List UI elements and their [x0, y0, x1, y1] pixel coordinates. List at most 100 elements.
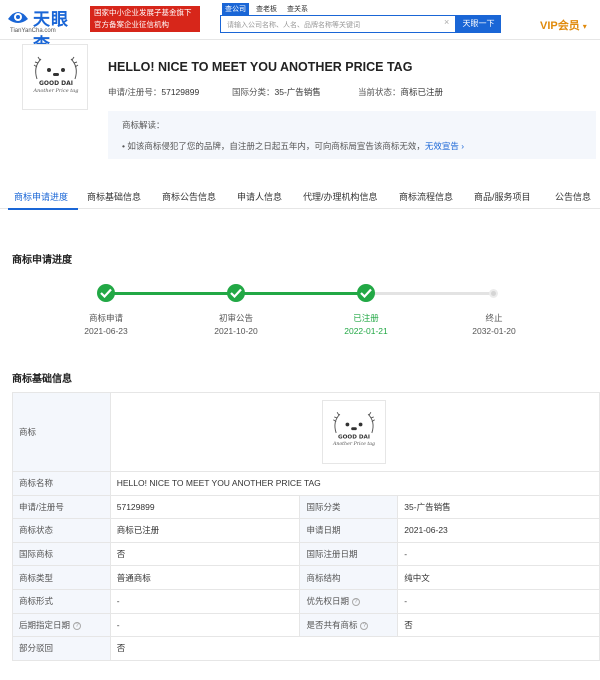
tab-notices[interactable]: 公告信息	[555, 190, 591, 203]
progress-line-3	[366, 292, 493, 295]
vip-member-link[interactable]: VIP会员 ▾	[540, 17, 587, 33]
table-key: 商标	[12, 392, 111, 472]
table-value: 普通商标	[109, 565, 301, 590]
tab-applicant[interactable]: 申请人信息	[237, 190, 282, 203]
vip-label: VIP会员	[540, 20, 580, 32]
step-label: 终止	[485, 313, 503, 323]
check-icon	[100, 288, 112, 298]
search-input[interactable]: 请输入公司名称、人名、品牌名称等关键词	[220, 15, 456, 33]
tab-progress[interactable]: 商标申请进度	[14, 190, 68, 203]
badge-line-1: 国家中小企业发展子基金旗下	[94, 8, 192, 17]
table-key: 是否共有商标	[306, 619, 358, 630]
credit-agency-badge: 国家中小企业发展子基金旗下 官方备案企业征信机构	[90, 6, 200, 32]
clear-icon[interactable]: ×	[444, 17, 449, 27]
table-key: 部分驳回	[12, 636, 111, 661]
step-date: 2022-01-21	[344, 326, 388, 336]
trademark-logo-image: GOOD DAI Another Price tag	[332, 412, 375, 447]
invalidation-link[interactable]: 无效宣告 ›	[425, 141, 464, 151]
logo-subtext: TianYanCha.com	[10, 28, 56, 34]
search-tab-company[interactable]: 查公司	[222, 3, 249, 15]
intl-class-value: 35-广告销售	[274, 87, 321, 97]
progress-line-2	[236, 292, 366, 295]
trademark-thumbnail: GOOD DAI Another Price tag	[22, 44, 88, 110]
meta-status: 当前状态：商标已注册	[358, 86, 443, 98]
table-row: 商标 GOOD DAI Another Price tag	[12, 392, 600, 472]
trademark-notice: 商标解读： • 如该商标侵犯了您的品牌，自注册之日起五年内，可向商标局宣告该商标…	[108, 111, 596, 159]
table-key: 商标结构	[299, 565, 399, 590]
table-value: 否	[109, 636, 600, 661]
search-tab-relation[interactable]: 查关系	[284, 3, 311, 15]
help-icon[interactable]: ?	[360, 621, 369, 630]
table-key: 商标状态	[12, 518, 111, 543]
progress-line-1	[106, 292, 236, 295]
check-icon	[230, 288, 242, 298]
table-value: -	[397, 541, 600, 567]
step-date: 2021-06-23	[84, 326, 128, 336]
active-tab-indicator	[8, 208, 78, 210]
table-value: 否	[397, 612, 600, 638]
table-value: -	[109, 612, 301, 638]
tab-agency[interactable]: 代理/办理机构信息	[303, 190, 378, 203]
table-key: 国际注册日期	[299, 541, 399, 567]
status-label: 当前状态：	[358, 87, 401, 97]
table-row: 部分驳回 否	[12, 636, 600, 661]
reg-no-label: 申请/注册号：	[108, 87, 162, 97]
step-date: 2021-10-20	[214, 326, 258, 336]
table-value: 2021-06-23	[397, 518, 600, 543]
step-done-node	[97, 284, 115, 302]
step-date: 2032-01-20	[472, 326, 516, 336]
thumb-text-top: GOOD DAI	[39, 80, 73, 87]
table-key-with-help: 优先权日期?	[299, 588, 399, 614]
help-icon[interactable]: ?	[73, 621, 82, 630]
trademark-title: HELLO! NICE TO MEET YOU ANOTHER PRICE TA…	[108, 60, 413, 74]
table-key: 申请/注册号	[12, 494, 111, 520]
help-icon[interactable]: ?	[351, 598, 360, 607]
table-logo-cell: GOOD DAI Another Price tag	[109, 392, 600, 472]
step-label: 已注册	[353, 313, 379, 323]
table-key: 申请日期	[299, 518, 399, 543]
table-row: 商标类型 普通商标 商标结构 纯中文	[12, 565, 600, 590]
notice-title: 商标解读：	[122, 120, 165, 130]
table-row: 后期指定日期? - 是否共有商标? 否	[12, 612, 600, 638]
trademark-logo-image: GOOD DAI Another Price tag	[33, 56, 78, 94]
tab-announcement[interactable]: 商标公告信息	[162, 190, 216, 203]
table-value: 35-广告销售	[397, 494, 600, 520]
table-key: 国际商标	[12, 541, 111, 567]
tab-basic-info[interactable]: 商标基础信息	[87, 190, 141, 203]
meta-intl-class: 国际分类：35-广告销售	[232, 86, 321, 98]
table-value: -	[109, 588, 301, 614]
top-bar: 天眼查 TianYanCha.com 国家中小企业发展子基金旗下 官方备案企业征…	[0, 0, 600, 54]
table-row: 商标形式 - 优先权日期? -	[12, 588, 600, 614]
table-value: HELLO! NICE TO MEET YOU ANOTHER PRICE TA…	[109, 471, 600, 496]
step-current-node	[357, 284, 375, 302]
invalidation-link-label: 无效宣告	[424, 141, 459, 151]
search-tab-boss[interactable]: 查老板	[253, 3, 280, 15]
status-value: 商标已注册	[400, 87, 444, 97]
search-type-tabs: 查公司 查老板 查关系	[222, 3, 315, 15]
table-key: 商标类型	[12, 565, 111, 590]
progress-section-title: 商标申请进度	[12, 255, 72, 266]
step-pending-node	[489, 289, 498, 298]
intl-class-label: 国际分类：	[232, 87, 275, 97]
chevron-down-icon: ▾	[582, 22, 587, 31]
tab-process[interactable]: 商标流程信息	[399, 190, 453, 203]
basic-info-section-title: 商标基础信息	[12, 374, 72, 385]
step-done-node	[227, 284, 245, 302]
notice-line: • 如该商标侵犯了您的品牌，自注册之日起五年内，可向商标局宣告该商标无效，无效宣…	[122, 141, 465, 151]
table-key: 商标形式	[12, 588, 111, 614]
table-value: 57129899	[109, 494, 301, 520]
table-value: 否	[109, 541, 301, 567]
logo-text-bottom: Another Price tag	[332, 441, 375, 447]
notice-text: 如该商标侵犯了您的品牌，自注册之日起五年内，可向商标局宣告该商标无效	[127, 141, 417, 151]
table-row: 商标状态 商标已注册 申请日期 2021-06-23	[12, 518, 600, 543]
site-logo[interactable]: 天眼查 TianYanCha.com	[6, 4, 86, 54]
reg-no-value: 57129899	[161, 87, 200, 97]
search-button[interactable]: 天眼一下	[456, 15, 501, 33]
badge-line-2: 官方备案企业征信机构	[94, 20, 169, 29]
step-label: 初审公告	[218, 313, 253, 323]
detail-tabs: 商标申请进度 商标基础信息 商标公告信息 申请人信息 代理/办理机构信息 商标流…	[0, 183, 600, 209]
table-value: 纯中文	[397, 565, 600, 590]
tab-goods-services[interactable]: 商品/服务项目	[474, 190, 531, 203]
table-key-with-help: 是否共有商标?	[299, 612, 399, 638]
table-key-with-help: 后期指定日期?	[12, 612, 111, 638]
